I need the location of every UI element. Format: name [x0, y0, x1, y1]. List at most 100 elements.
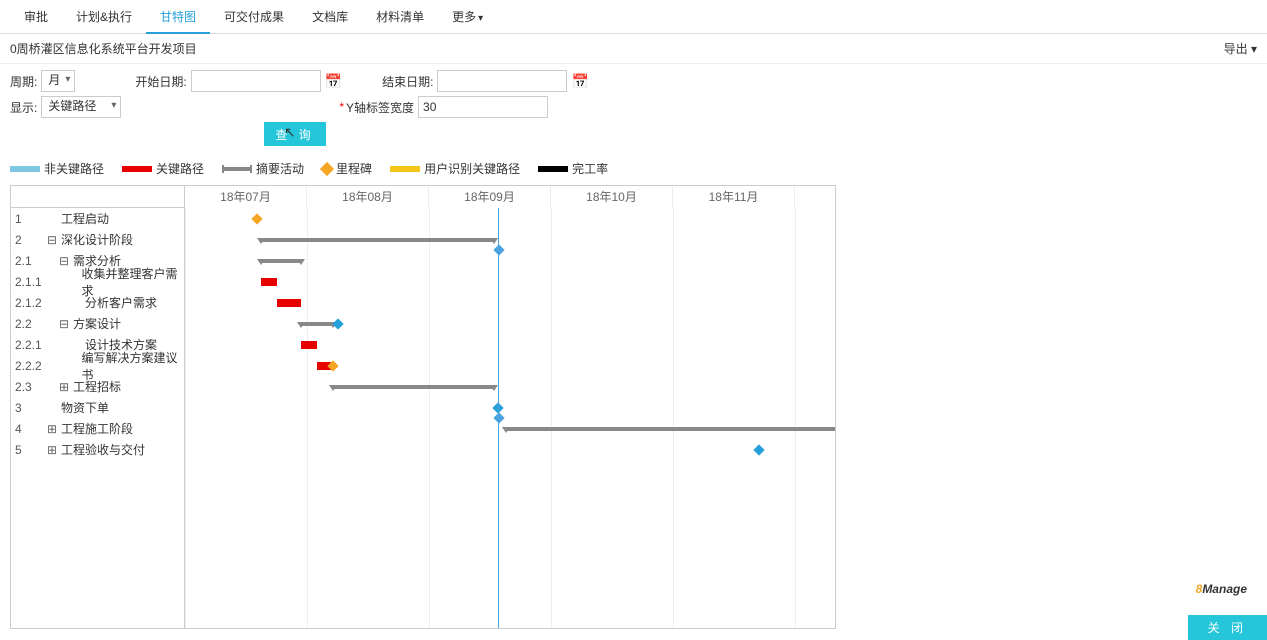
legend-swatch [122, 166, 152, 172]
task-num: 2.1 [15, 254, 45, 268]
close-button[interactable]: 关 闭 [1188, 615, 1267, 640]
legend-item: 完工率 [538, 160, 608, 177]
expand-icon[interactable]: ⊞ [57, 380, 71, 394]
legend-item: 里程碑 [322, 160, 372, 177]
display-select[interactable]: 关键路径 [41, 96, 121, 118]
expand-icon[interactable]: ⊞ [45, 422, 59, 436]
legend-swatch [320, 161, 334, 175]
gantt-chart: 1工程启动2⊟深化设计阶段2.1⊟需求分析2.1.1收集并整理客户需求2.1.2… [10, 185, 836, 629]
month-header: 18年10月 [551, 186, 673, 208]
gantt-row [185, 250, 835, 271]
milestone-icon[interactable] [753, 444, 764, 455]
task-row[interactable]: 4⊞工程施工阶段 [11, 418, 184, 439]
legend-swatch [222, 167, 252, 171]
tab-0[interactable]: 审批 [10, 0, 62, 34]
gantt-row [185, 355, 835, 376]
task-num: 3 [15, 401, 45, 415]
collapse-icon[interactable]: ⊟ [57, 254, 71, 268]
legend-item: 非关键路径 [10, 160, 104, 177]
task-num: 5 [15, 443, 45, 457]
title-row: 0周桥灌区信息化系统平台开发项目 导出 ▾ [0, 34, 1267, 64]
task-row[interactable]: 2.3 ⊞工程招标 [11, 376, 184, 397]
task-row[interactable]: 2.1.2 分析客户需求 [11, 292, 184, 313]
tab-3[interactable]: 可交付成果 [210, 0, 298, 34]
end-date-input[interactable] [437, 70, 567, 92]
start-date-label: 开始日期: [135, 73, 186, 90]
legend-label: 完工率 [572, 160, 608, 177]
gantt-row [185, 376, 835, 397]
tab-2[interactable]: 甘特图 [146, 0, 210, 34]
month-header: 18年08月 [307, 186, 429, 208]
task-num: 2 [15, 233, 45, 247]
tab-bar: 审批计划&执行甘特图可交付成果文档库材料清单更多▾ [0, 0, 1267, 34]
task-row[interactable]: 2⊟深化设计阶段 [11, 229, 184, 250]
task-num: 2.2 [15, 317, 45, 331]
end-date-label: 结束日期: [382, 73, 433, 90]
legend-item: 用户识别关键路径 [390, 160, 520, 177]
summary-bar[interactable] [506, 427, 835, 431]
tab-5[interactable]: 材料清单 [362, 0, 438, 34]
tab-6[interactable]: 更多▾ [438, 0, 497, 34]
calendar-icon[interactable]: 📅 [325, 73, 342, 90]
task-row[interactable]: 5⊞工程验收与交付 [11, 439, 184, 460]
task-row[interactable]: 3 物资下单 [11, 397, 184, 418]
task-bar[interactable] [261, 278, 277, 286]
tab-1[interactable]: 计划&执行 [62, 0, 146, 34]
task-row[interactable]: 1 工程启动 [11, 208, 184, 229]
period-select[interactable]: 月 [41, 70, 75, 92]
legend-swatch [538, 166, 568, 172]
logo: 8Manage [1196, 568, 1247, 600]
task-row[interactable]: 2.1.1收集并整理客户需求 [11, 271, 184, 292]
task-num: 2.3 [15, 380, 45, 394]
task-name: 分析客户需求 [83, 294, 157, 311]
legend: 非关键路径 关键路径 摘要活动 里程碑 用户识别关键路径 完工率 [0, 156, 1267, 185]
chevron-down-icon: ▾ [478, 13, 483, 24]
summary-bar[interactable] [261, 259, 301, 263]
task-row[interactable]: 2.2.2编写解决方案建议书 [11, 355, 184, 376]
start-date-input[interactable] [191, 70, 321, 92]
gantt-row [185, 292, 835, 313]
collapse-icon[interactable]: ⊟ [57, 317, 71, 331]
gantt-row [185, 313, 835, 334]
month-header: 18年09月 [429, 186, 551, 208]
milestone-icon[interactable] [252, 213, 263, 224]
calendar-icon[interactable]: 📅 [571, 73, 588, 90]
export-button[interactable]: 导出 ▾ [1224, 40, 1257, 57]
task-name: 工程启动 [59, 210, 109, 227]
ywidth-input[interactable] [418, 96, 548, 118]
gantt-row [185, 271, 835, 292]
task-bar[interactable] [301, 341, 317, 349]
legend-item: 摘要活动 [222, 160, 304, 177]
task-name: 深化设计阶段 [59, 231, 133, 248]
task-name: 工程验收与交付 [59, 441, 145, 458]
query-button[interactable]: 查 询 [264, 122, 326, 146]
task-name: 物资下单 [59, 399, 109, 416]
gantt-row [185, 229, 835, 250]
controls-panel: 周期: 月 开始日期: 📅 结束日期: 📅 显示: 关键路径 * Y轴标签宽度 … [0, 64, 1267, 156]
collapse-icon[interactable]: ⊟ [45, 233, 59, 247]
required-star: * [339, 100, 344, 114]
summary-bar[interactable] [301, 322, 333, 326]
gantt-row [185, 397, 835, 418]
legend-label: 关键路径 [156, 160, 204, 177]
task-num: 1 [15, 212, 45, 226]
month-header: 18年07月 [185, 186, 307, 208]
expand-icon[interactable]: ⊞ [45, 443, 59, 457]
task-num: 2.1.2 [15, 296, 45, 310]
task-name: 工程招标 [71, 378, 121, 395]
legend-label: 用户识别关键路径 [424, 160, 520, 177]
ywidth-label: Y轴标签宽度 [346, 99, 414, 116]
project-title: 0周桥灌区信息化系统平台开发项目 [10, 40, 197, 57]
period-label: 周期: [10, 73, 37, 90]
gantt-row [185, 334, 835, 355]
legend-item: 关键路径 [122, 160, 204, 177]
task-bar[interactable] [277, 299, 301, 307]
task-num: 4 [15, 422, 45, 436]
summary-bar[interactable] [261, 238, 494, 242]
task-num: 2.1.1 [15, 275, 43, 289]
legend-label: 摘要活动 [256, 160, 304, 177]
display-label: 显示: [10, 99, 37, 116]
tab-4[interactable]: 文档库 [298, 0, 362, 34]
task-row[interactable]: 2.2⊟方案设计 [11, 313, 184, 334]
summary-bar[interactable] [333, 385, 494, 389]
